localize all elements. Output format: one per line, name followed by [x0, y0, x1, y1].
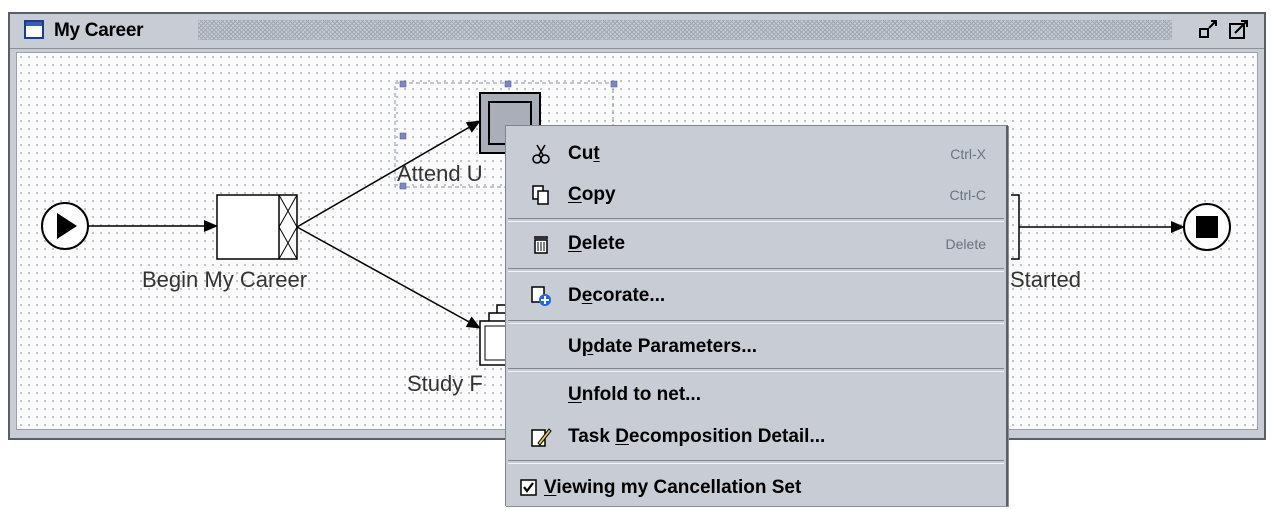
menu-label-update-b: date Parameters...: [593, 336, 758, 357]
menu-label-cut-a: Cu: [568, 143, 594, 164]
titlebar-grip[interactable]: [198, 20, 1172, 40]
label-started: Started: [1010, 267, 1081, 292]
window-icon: [24, 20, 44, 39]
menu-label-decomp-b: ecomposition Detail...: [628, 426, 826, 447]
menu-separator: [508, 268, 1004, 272]
menu-label-delete-mnemonic: D: [568, 233, 582, 254]
start-condition[interactable]: [41, 202, 89, 250]
menu-label-cut-mnemonic: t: [593, 143, 600, 164]
menu-label-decorate-a: D: [568, 285, 582, 306]
menu-item-copy[interactable]: Copy Ctrl-C: [506, 173, 1006, 217]
context-menu: Cut Ctrl-X Copy Ctrl-C Delete Delete Dec…: [505, 125, 1008, 506]
menu-label-copy-mnemonic: C: [568, 184, 582, 205]
flow-begin-study[interactable]: [296, 226, 481, 329]
maximize-icon[interactable]: [1228, 20, 1250, 40]
scissors-icon: [530, 143, 552, 165]
menu-item-task-decomposition-detail[interactable]: Task Decomposition Detail...: [506, 415, 1006, 459]
shortcut-cut: Ctrl-X: [950, 146, 986, 162]
menu-item-unfold-to-net[interactable]: Unfold to net...: [506, 373, 1006, 417]
task-started-edge[interactable]: [1011, 194, 1020, 260]
menu-label-unfold-b: nfold to net...: [581, 384, 701, 405]
menu-label-update-mnemonic: p: [581, 336, 594, 357]
menu-separator: [508, 368, 1004, 372]
checkbox-icon[interactable]: [518, 477, 540, 499]
menu-label-copy-b: opy: [581, 184, 616, 205]
pencil-icon: [530, 426, 552, 448]
menu-item-update-parameters[interactable]: Update Parameters...: [506, 325, 1006, 369]
label-attend: Attend U: [397, 161, 483, 186]
menu-label-update-a: U: [568, 336, 582, 357]
menu-item-delete[interactable]: Delete Delete: [506, 222, 1006, 266]
window-titlebar[interactable]: My Career: [10, 14, 1264, 49]
label-study: Study F: [407, 371, 483, 396]
shortcut-delete: Delete: [945, 236, 986, 252]
menu-label-viewing-b: iewing my Cancellation Set: [556, 477, 802, 498]
copy-icon: [530, 184, 552, 206]
menu-separator: [508, 320, 1004, 324]
restore-icon[interactable]: [1198, 20, 1220, 40]
trash-icon: [530, 233, 552, 255]
menu-item-cut[interactable]: Cut Ctrl-X: [506, 132, 1006, 176]
menu-label-decomp-mnemonic: D: [615, 426, 629, 447]
menu-label-delete-b: elete: [581, 233, 626, 254]
shortcut-copy: Ctrl-C: [949, 187, 986, 203]
menu-label-viewing-mnemonic: V: [544, 477, 557, 498]
end-condition[interactable]: [1183, 203, 1231, 251]
window-title: My Career: [54, 20, 144, 41]
menu-item-decorate[interactable]: Decorate...: [506, 274, 1006, 318]
decorate-icon: [530, 285, 552, 307]
menu-separator: [508, 460, 1004, 464]
menu-label-unfold-mnemonic: U: [568, 384, 582, 405]
menu-label-decorate-mnemonic: e: [581, 285, 593, 306]
menu-item-viewing-cancellation-set[interactable]: Viewing my Cancellation Set: [506, 466, 1006, 510]
menu-label-decomp-a: Task: [568, 426, 616, 447]
menu-label-decorate-b: corate...: [592, 285, 666, 306]
label-begin-my-career: Begin My Career: [142, 267, 308, 292]
task-begin-my-career[interactable]: [216, 194, 298, 260]
